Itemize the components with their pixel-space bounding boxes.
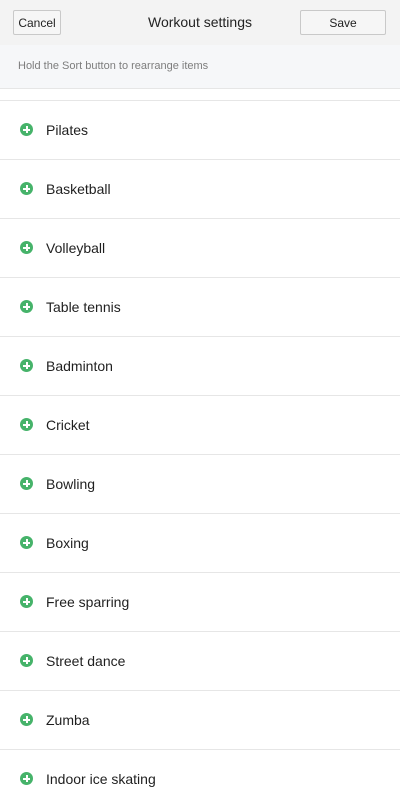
list-item[interactable]: Volleyball (0, 219, 400, 278)
list-item[interactable]: Badminton (0, 337, 400, 396)
list-item[interactable]: Basketball (0, 160, 400, 219)
add-circle-icon[interactable] (20, 359, 33, 372)
list-item[interactable]: Bowling (0, 455, 400, 514)
sort-hint-text: Hold the Sort button to rearrange items (18, 60, 209, 72)
add-circle-icon[interactable] (20, 182, 33, 195)
list-item-label: Boxing (46, 535, 89, 551)
cancel-button[interactable]: Cancel (13, 10, 61, 35)
list-item-label: Basketball (46, 181, 111, 197)
list-item[interactable]: Indoor ice skating (0, 750, 400, 806)
list-item[interactable]: Zumba (0, 691, 400, 750)
list-item-label: Pilates (46, 122, 89, 138)
list-item-label: Street dance (46, 653, 126, 669)
add-circle-icon[interactable] (20, 772, 33, 785)
add-circle-icon[interactable] (20, 241, 33, 254)
add-circle-icon[interactable] (20, 713, 33, 726)
add-circle-icon[interactable] (20, 595, 33, 608)
sort-hint-banner: Hold the Sort button to rearrange items (0, 45, 400, 89)
list-item[interactable]: Pilates (0, 101, 400, 160)
add-circle-icon[interactable] (20, 300, 33, 313)
list-item-label: Volleyball (46, 240, 106, 256)
workout-list: Pilates Basketball Volleyball Table tennis B… (0, 100, 400, 806)
workout-settings-screen: Workout settings Cancel Save Hold the So… (0, 0, 400, 806)
list-item-label: Badminton (46, 358, 113, 374)
list-item-label: Zumba (46, 712, 90, 728)
add-circle-icon[interactable] (20, 123, 33, 136)
list-item-label: Bowling (46, 476, 96, 492)
list-item-label: Indoor ice skating (46, 771, 156, 787)
list-item[interactable]: Table tennis (0, 278, 400, 337)
list-item-label: Table tennis (46, 299, 121, 315)
list-item-label: Free sparring (46, 594, 130, 610)
save-button[interactable]: Save (300, 10, 386, 35)
list-item[interactable]: Boxing (0, 514, 400, 573)
list-item[interactable]: Free sparring (0, 573, 400, 632)
list-item-label: Cricket (46, 417, 90, 433)
list-item[interactable]: Street dance (0, 632, 400, 691)
add-circle-icon[interactable] (20, 418, 33, 431)
add-circle-icon[interactable] (20, 654, 33, 667)
list-item[interactable]: Cricket (0, 396, 400, 455)
header-bar: Workout settings Cancel Save (0, 0, 400, 45)
add-circle-icon[interactable] (20, 536, 33, 549)
add-circle-icon[interactable] (20, 477, 33, 490)
